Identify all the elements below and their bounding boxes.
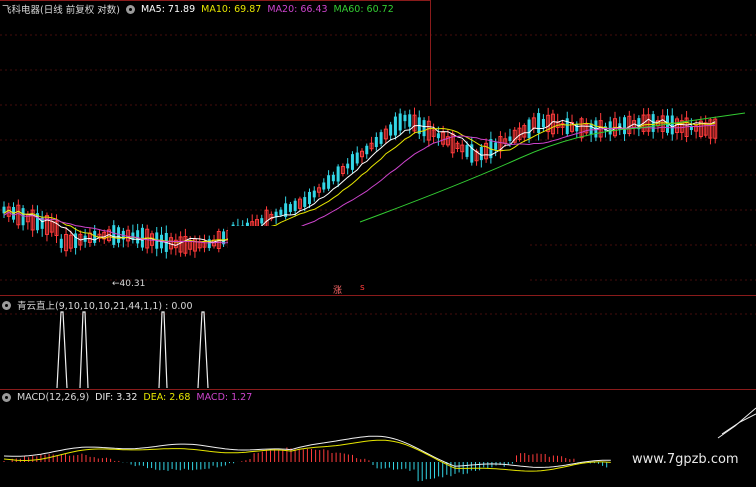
candle-body-down <box>355 152 359 164</box>
signal-spike <box>56 311 68 389</box>
candle-body-down <box>322 182 326 190</box>
signal-spike <box>79 311 89 389</box>
rise-sub-label: s <box>360 283 365 293</box>
signal-spike <box>158 311 168 389</box>
candle-body-down <box>608 121 612 135</box>
candle-body-down <box>117 227 121 243</box>
dea-line-tail <box>721 413 756 435</box>
candle-body-down <box>408 114 412 127</box>
candle-body-down <box>398 113 402 131</box>
candle-body-down <box>436 133 440 139</box>
candle-body-down <box>207 239 211 249</box>
signal-spike <box>197 311 209 389</box>
candle-body-down <box>260 218 264 224</box>
candle-body-down <box>21 208 25 226</box>
ma60-label: MA60: 60.72 <box>333 3 394 15</box>
settings-gear-icon[interactable] <box>2 393 11 402</box>
macd-name: MACD(12,26,9) <box>17 392 90 403</box>
ma5-label: MA5: 71.89 <box>140 3 196 15</box>
macd-pane[interactable]: MACD(12,26,9) DIF: 3.32 DEA: 2.68 MACD: … <box>0 390 756 487</box>
candle-body-down <box>541 118 545 128</box>
candle-body-down <box>293 200 297 211</box>
candle-body-down <box>565 118 569 135</box>
candle-body-down <box>140 227 144 248</box>
candle-body-down <box>365 145 369 155</box>
candle-body-down <box>389 124 393 136</box>
indicator-legend: 青云直上(9,10,10,10,21,44,1,1) : 0.00 <box>2 298 193 312</box>
candle-body-down <box>346 163 350 169</box>
occluded-area <box>228 226 528 282</box>
candle-body-down <box>403 114 407 122</box>
candle-body-down <box>303 197 307 207</box>
price-chart-pane[interactable]: 飞科电器(日线 前复权 对数) MA5: 71.89 MA10: 69.87 M… <box>0 0 756 296</box>
candle-body-down <box>422 120 426 137</box>
settings-gear-icon[interactable] <box>125 4 135 14</box>
candle-body-down <box>136 230 140 244</box>
candle-body-down <box>623 117 627 135</box>
candle-body-down <box>589 123 593 135</box>
stock-title: 飞科电器(日线 前复权 对数) <box>2 5 120 16</box>
dea-label: DEA: 2.68 <box>143 392 191 403</box>
macd-legend: MACD(12,26,9) DIF: 3.32 DEA: 2.68 MACD: … <box>2 392 252 403</box>
panel-divider <box>430 0 431 106</box>
dif-line-tail <box>717 407 756 439</box>
candle-body-down <box>59 238 63 248</box>
candle-body-down <box>508 136 512 141</box>
candle-body-down <box>312 190 316 198</box>
candle-body-down <box>537 113 541 133</box>
candle-body-down <box>288 204 292 212</box>
candle-body-down <box>336 166 340 182</box>
candle-body-down <box>379 132 383 144</box>
candle-body-down <box>393 116 397 136</box>
candle-body-down <box>479 146 483 161</box>
settings-gear-icon[interactable] <box>2 300 11 310</box>
candle-body-down <box>112 225 116 245</box>
candle-body-down <box>527 119 531 139</box>
ma10-label: MA10: 69.87 <box>201 3 262 15</box>
candle-body-down <box>331 174 335 182</box>
watermark: www.7gpzb.com <box>632 452 739 467</box>
dif-label: DIF: 3.32 <box>95 392 138 403</box>
candle-body-down <box>651 114 655 132</box>
candle-body-down <box>327 175 331 189</box>
candle-body-down <box>575 123 579 132</box>
candle-body-down <box>494 142 498 150</box>
candle-body-down <box>465 144 469 157</box>
candle-body-down <box>279 209 283 215</box>
macd-value-label: MACD: 1.27 <box>196 392 253 403</box>
price-legend: 飞科电器(日线 前复权 对数) MA5: 71.89 MA10: 69.87 M… <box>2 2 394 17</box>
low-price-marker: ←40.31 <box>112 279 146 289</box>
ma20-label: MA20: 66.43 <box>267 3 328 15</box>
candle-body-down <box>374 136 378 148</box>
candle-body-down <box>350 154 354 170</box>
indicator-pane[interactable]: 青云直上(9,10,10,10,21,44,1,1) : 0.00 <box>0 296 756 390</box>
candle-body-down <box>307 191 311 205</box>
indicator-title: 青云直上(9,10,10,10,21,44,1,1) : 0.00 <box>17 301 193 312</box>
candle-body-down <box>93 230 97 243</box>
candle-body-down <box>670 115 674 135</box>
